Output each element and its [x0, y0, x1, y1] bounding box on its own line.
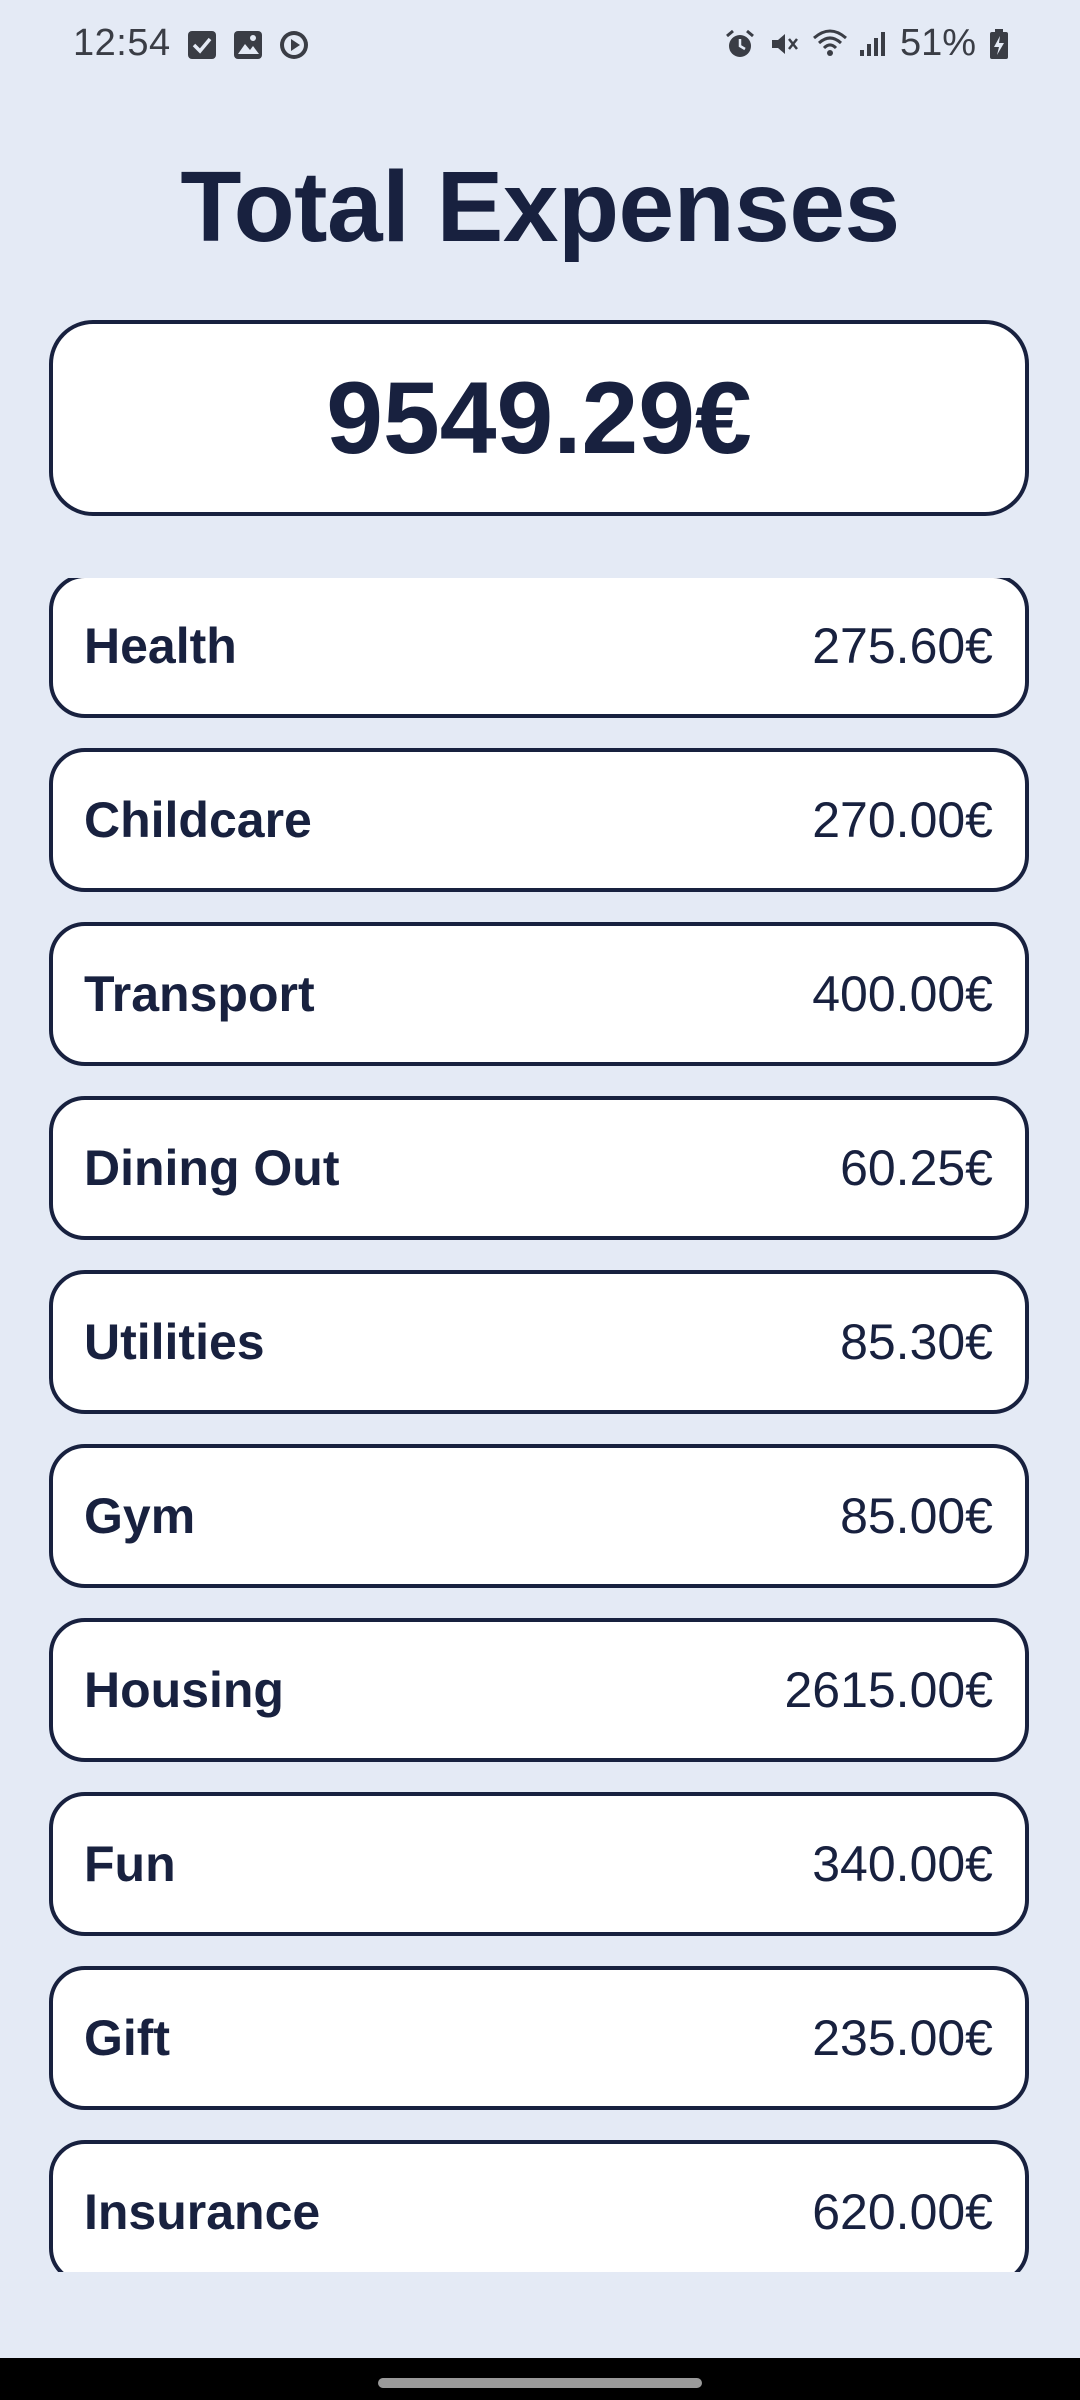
battery-percentage: 51%	[899, 22, 976, 64]
home-gesture-handle[interactable]	[378, 2378, 702, 2388]
media-play-notification-icon	[278, 29, 310, 61]
expense-amount: 60.25€	[840, 1140, 993, 1196]
expense-item-childcare[interactable]: Childcare 270.00€	[49, 748, 1029, 892]
expense-amount: 85.00€	[840, 1488, 993, 1544]
status-right-icons: 51%	[724, 22, 1010, 65]
expense-list-content: Health 275.60€ Childcare 270.00€ Transpo…	[49, 578, 1029, 2272]
expense-item-utilities[interactable]: Utilities 85.30€	[49, 1270, 1029, 1414]
alarm-icon	[724, 28, 756, 60]
expense-item-insurance[interactable]: Insurance 620.00€	[49, 2140, 1029, 2272]
expense-item-gym[interactable]: Gym 85.00€	[49, 1444, 1029, 1588]
expense-name: Insurance	[84, 2184, 321, 2240]
expense-name: Childcare	[84, 792, 312, 848]
expense-name: Transport	[84, 966, 315, 1022]
expense-amount: 270.00€	[812, 792, 993, 848]
checkbox-notification-icon	[186, 29, 218, 61]
expense-name: Health	[84, 618, 237, 674]
image-notification-icon	[232, 29, 264, 61]
status-bar: 12:54 51%	[0, 0, 1080, 96]
expense-amount: 2615.00€	[784, 1662, 993, 1718]
expense-amount: 235.00€	[812, 2010, 993, 2066]
expenses-screen: 12:54 51% Total Expenses 9549.29€ Health…	[0, 0, 1080, 2400]
expense-amount: 400.00€	[812, 966, 993, 1022]
expense-name: Fun	[84, 1836, 176, 1892]
expense-name: Gift	[84, 2010, 171, 2066]
expense-amount: 275.60€	[812, 618, 993, 674]
expense-item-dining-out[interactable]: Dining Out 60.25€	[49, 1096, 1029, 1240]
expense-item-transport[interactable]: Transport 400.00€	[49, 922, 1029, 1066]
expense-amount: 620.00€	[812, 2184, 993, 2240]
system-navigation-bar	[0, 2358, 1080, 2400]
notification-icons	[186, 29, 310, 61]
expense-item-fun[interactable]: Fun 340.00€	[49, 1792, 1029, 1936]
total-expenses-card: 9549.29€	[49, 320, 1029, 516]
expense-name: Housing	[84, 1662, 284, 1718]
battery-charging-icon	[988, 28, 1010, 60]
total-amount: 9549.29€	[326, 360, 752, 475]
expense-item-health[interactable]: Health 275.60€	[49, 578, 1029, 718]
mute-icon	[768, 28, 800, 60]
expense-name: Gym	[84, 1488, 196, 1544]
expense-item-housing[interactable]: Housing 2615.00€	[49, 1618, 1029, 1762]
expense-name: Dining Out	[84, 1140, 340, 1196]
expense-amount: 85.30€	[840, 1314, 993, 1370]
signal-icon	[856, 28, 888, 60]
status-time: 12:54	[73, 22, 171, 64]
expense-name: Utilities	[84, 1314, 265, 1370]
wifi-icon	[812, 28, 847, 60]
expense-list[interactable]: Health 275.60€ Childcare 270.00€ Transpo…	[0, 578, 1080, 2272]
page-title: Total Expenses	[180, 151, 900, 263]
expense-amount: 340.00€	[812, 1836, 993, 1892]
expense-item-gift[interactable]: Gift 235.00€	[49, 1966, 1029, 2110]
